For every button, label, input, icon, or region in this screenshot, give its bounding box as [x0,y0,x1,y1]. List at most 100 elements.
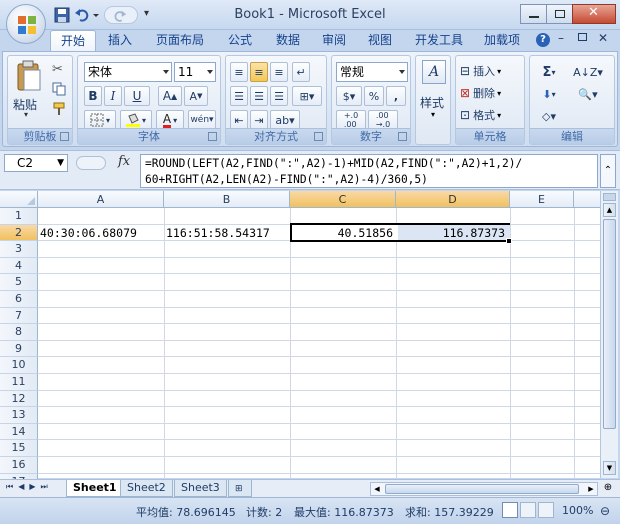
align-center-icon[interactable]: ☰ [250,86,268,106]
name-box[interactable]: C2 ▼ [4,154,68,172]
row-header-4[interactable]: 4 [0,257,38,275]
column-header-b[interactable]: B [164,191,290,208]
copy-icon[interactable] [52,82,66,96]
fill-icon[interactable]: ⬇ ▾ [534,84,564,104]
customize-toolbar-icon[interactable]: ▾ [144,8,149,19]
vertical-scroll-thumb[interactable] [603,219,616,429]
increase-decimal-icon[interactable]: +.0.00 [336,110,366,130]
decrease-indent-icon[interactable]: ⇤ [230,110,248,130]
percent-button[interactable]: % [364,86,384,106]
row-header-16[interactable]: 16 [0,457,38,474]
column-header-a[interactable]: A [38,191,164,208]
scroll-up-icon[interactable]: ▲ [603,203,616,217]
clear-icon[interactable]: ◇▾ [534,106,564,126]
column-header-e[interactable]: E [510,191,574,208]
close-button[interactable]: ✕ [572,4,616,24]
row-header-15[interactable]: 15 [0,440,38,457]
clipboard-launcher-icon[interactable] [60,132,69,141]
row-header-9[interactable]: 9 [0,340,38,358]
zoom-out-icon[interactable]: ⊖ [600,504,610,518]
vertical-scrollbar[interactable]: ▲ ▼ [600,191,618,478]
font-size-combo[interactable]: 11 [174,62,216,82]
tab-formulas[interactable]: 公式 [218,30,262,52]
split-box-vertical[interactable] [603,193,616,201]
formula-input[interactable]: =ROUND(LEFT(A2,FIND(":",A2)-1)+MID(A2,FI… [140,154,598,188]
select-all-button[interactable] [0,191,38,208]
sheet-tab-1[interactable]: Sheet1 [66,480,124,497]
normal-view-icon[interactable] [502,502,518,518]
row-header-7[interactable]: 7 [0,307,38,325]
accounting-format-icon[interactable]: $▾ [336,86,362,106]
sheet-tab-3[interactable]: Sheet3 [174,480,227,497]
tab-developer[interactable]: 开发工具 [405,30,473,52]
decrease-decimal-icon[interactable]: .00 →.0 [368,110,398,130]
horizontal-scrollbar[interactable]: ◀ ▶ [370,482,598,496]
row-header-1[interactable]: 1 [0,208,38,225]
sheet-nav-icons[interactable]: ⏮◀▶⏭ [6,482,53,492]
borders-button[interactable]: ▾ [84,110,116,130]
row-header-3[interactable]: 3 [0,241,38,258]
scroll-right-icon[interactable]: ▶ [585,483,597,495]
row-header-5[interactable]: 5 [0,274,38,291]
align-left-icon[interactable]: ☰ [230,86,248,106]
page-layout-view-icon[interactable] [520,502,536,518]
column-header-d[interactable]: D [396,191,510,208]
fill-color-button[interactable]: ▾ [120,110,152,130]
orientation-icon[interactable]: ab▾ [270,110,300,130]
bold-button[interactable]: B [84,86,102,106]
merge-center-icon[interactable]: ⊞▾ [292,86,322,106]
worksheet-grid[interactable]: A B C D E 1234567891011121314151617 40:3… [0,191,600,491]
scroll-left-icon[interactable]: ◀ [371,483,383,495]
comma-button[interactable]: , [386,86,406,106]
autosum-button[interactable]: Σ ▾ [534,62,564,82]
tab-page-layout[interactable]: 页面布局 [146,30,214,52]
styles-button[interactable]: A 样式 ▾ [420,60,448,130]
insert-function-icon[interactable]: fx [118,154,130,169]
formula-bar-resize-handle[interactable] [76,156,106,170]
cell-b2[interactable]: 116:51:58.54317 [166,225,290,241]
office-button[interactable] [6,4,46,44]
row-header-12[interactable]: 12 [0,390,38,408]
find-select-icon[interactable]: 🔍▾ [570,84,606,104]
format-painter-icon[interactable] [52,102,66,116]
align-bottom-icon[interactable]: ≡ [270,62,288,82]
font-launcher-icon[interactable] [208,132,217,141]
scroll-down-icon[interactable]: ▼ [603,461,616,475]
insert-cells-button[interactable]: ⊟ 插入 ▾ [460,62,522,80]
help-icon[interactable]: ? [536,33,550,47]
alignment-launcher-icon[interactable] [314,132,323,141]
row-header-2[interactable]: 2 [0,224,38,242]
restore-button[interactable] [546,4,573,24]
page-break-view-icon[interactable] [538,502,554,518]
column-header-c[interactable]: C [290,191,396,208]
zoom-level[interactable]: 100% [562,504,593,517]
increase-indent-icon[interactable]: ⇥ [250,110,268,130]
sort-filter-icon[interactable]: A↓Z▾ [570,62,606,82]
tab-data[interactable]: 数据 [266,30,310,52]
save-icon[interactable] [54,7,70,23]
cell-c2[interactable]: 40.51856 [292,225,396,241]
align-middle-icon[interactable]: ≡ [250,62,268,82]
paste-button[interactable]: 粘贴 ▾ [12,60,46,119]
row-header-8[interactable]: 8 [0,324,38,341]
format-cells-button[interactable]: ⊡ 格式 ▾ [460,106,522,124]
cell-d2[interactable]: 116.87373 [398,225,508,241]
row-header-13[interactable]: 13 [0,407,38,424]
ribbon-restore-icon[interactable] [578,33,587,41]
cut-icon[interactable]: ✂ [52,62,63,77]
undo-dropdown-icon[interactable] [92,7,100,23]
phonetic-guide-icon[interactable]: wén▾ [188,110,216,130]
number-launcher-icon[interactable] [398,132,407,141]
font-name-combo[interactable]: 宋体 [84,62,172,82]
sheet-tab-2[interactable]: Sheet2 [120,480,173,497]
wrap-text-icon[interactable]: ↵ [292,62,310,82]
tab-view[interactable]: 视图 [358,30,402,52]
tab-home[interactable]: 开始 [50,30,97,52]
align-top-icon[interactable]: ≡ [230,62,248,82]
horizontal-scroll-thumb[interactable] [385,484,579,494]
ribbon-minimize-icon[interactable]: – [558,31,564,45]
redo-button[interactable] [104,6,138,24]
split-box-horizontal[interactable]: ⊕ [600,482,616,496]
tab-review[interactable]: 审阅 [312,30,356,52]
grow-font-icon[interactable]: A ▲ [158,86,182,106]
